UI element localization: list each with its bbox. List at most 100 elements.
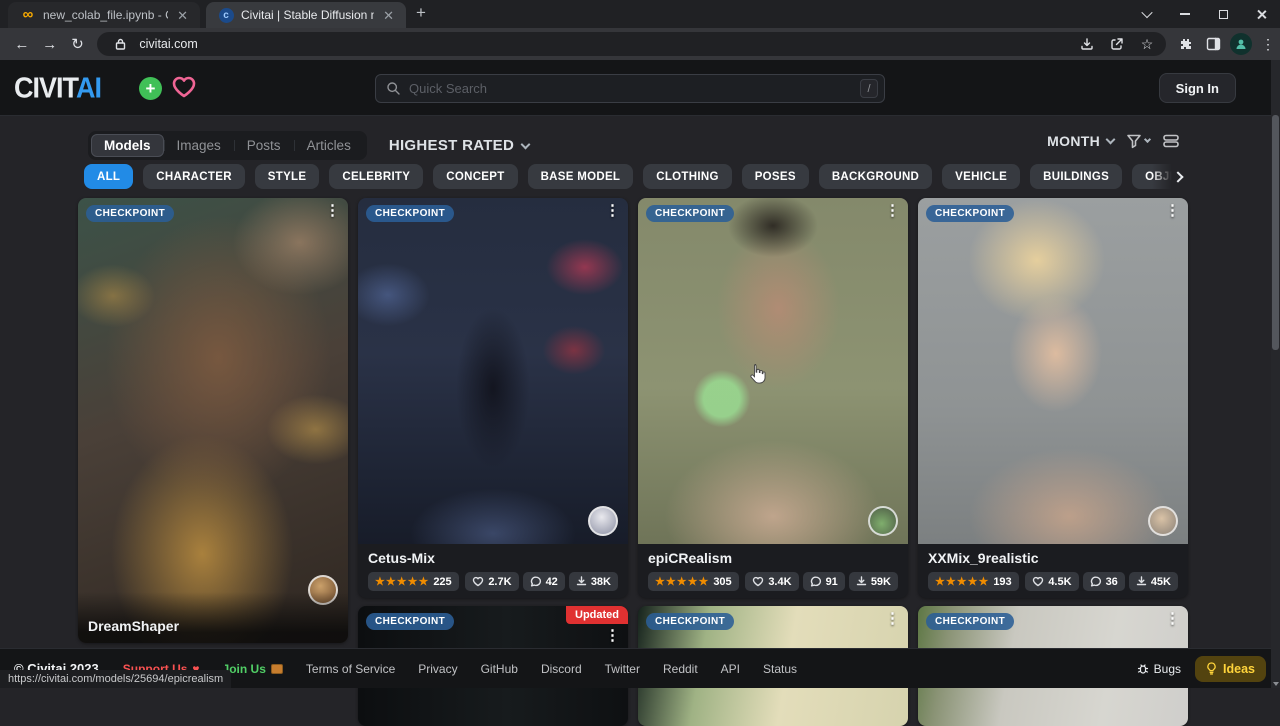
sort-dropdown[interactable]: HIGHEST RATED — [389, 137, 529, 154]
privacy-link[interactable]: Privacy — [418, 662, 457, 676]
browser-tab-civitai[interactable]: c Civitai | Stable Diffusion models, ✕ — [206, 2, 406, 28]
browser-tab-colab[interactable]: ∞ new_colab_file.ipynb - Colaborat ✕ — [8, 2, 200, 28]
reload-button[interactable]: ↻ — [64, 35, 92, 53]
sign-in-button[interactable]: Sign In — [1159, 73, 1236, 103]
rating-count: 225 — [433, 576, 451, 588]
scrollbar-down-arrow[interactable] — [1271, 682, 1280, 686]
browser-profile-avatar[interactable] — [1230, 33, 1252, 55]
heart-icon — [1032, 576, 1044, 587]
tab-articles[interactable]: Articles — [294, 134, 364, 157]
tab-close-icon[interactable]: ✕ — [175, 7, 190, 24]
comments-pill: 36 — [1083, 572, 1125, 591]
close-button[interactable] — [1242, 0, 1280, 28]
favorites-heart-icon[interactable] — [171, 75, 197, 104]
chip-concept[interactable]: CONCEPT — [433, 164, 517, 189]
download-icon — [576, 576, 587, 587]
discord-link[interactable]: Discord — [541, 662, 582, 676]
url-bar[interactable]: civitai.com ☆ — [97, 32, 1166, 56]
civitai-logo[interactable]: CIVITAI — [14, 72, 101, 105]
tab-search-button[interactable] — [1128, 0, 1166, 28]
card-menu-icon[interactable]: ⋮ — [885, 611, 900, 628]
chip-base-model[interactable]: BASE MODEL — [528, 164, 634, 189]
download-icon — [1136, 576, 1147, 587]
chip-background[interactable]: BACKGROUND — [819, 164, 932, 189]
browser-menu-icon[interactable]: ⋮ — [1256, 32, 1280, 56]
card-menu-icon[interactable]: ⋮ — [325, 203, 340, 220]
model-image[interactable]: CHECKPOINT ⋮ — [358, 198, 628, 544]
join-us-link[interactable]: Join Us — [223, 662, 283, 676]
comments-pill: 42 — [523, 572, 565, 591]
share-icon[interactable] — [1106, 37, 1128, 51]
maximize-button[interactable] — [1204, 0, 1242, 28]
content-type-tabs: Models Images Posts Articles — [88, 131, 367, 160]
tab-posts[interactable]: Posts — [234, 134, 294, 157]
civitai-favicon: c — [218, 7, 234, 23]
model-image[interactable]: CHECKPOINT ⋮ — [638, 198, 908, 544]
model-title: Cetus-Mix — [368, 550, 618, 566]
scrollbar-thumb[interactable] — [1272, 115, 1279, 350]
model-card-dreamshaper[interactable]: CHECKPOINT ⋮ DreamShaper — [78, 198, 348, 643]
bug-icon — [1137, 663, 1149, 675]
card-menu-icon[interactable]: ⋮ — [605, 203, 620, 220]
terms-link[interactable]: Terms of Service — [306, 662, 395, 676]
wallet-icon — [271, 664, 283, 674]
model-card-cetus-mix[interactable]: CHECKPOINT ⋮ Cetus-Mix 225 2.7K 42 — [358, 198, 628, 598]
page-scrollbar[interactable] — [1271, 60, 1280, 688]
heart-icon — [752, 576, 764, 587]
comments-pill: 91 — [803, 572, 845, 591]
back-button[interactable]: ← — [8, 36, 36, 53]
chip-style[interactable]: STYLE — [255, 164, 320, 189]
card-menu-icon[interactable]: ⋮ — [885, 203, 900, 220]
creator-avatar[interactable] — [868, 506, 898, 536]
side-panel-icon[interactable] — [1202, 32, 1226, 56]
chip-poses[interactable]: POSES — [742, 164, 809, 189]
chip-character[interactable]: CHARACTER — [143, 164, 245, 189]
filter-button[interactable] — [1126, 133, 1150, 149]
chip-clothing[interactable]: CLOTHING — [643, 164, 731, 189]
card-menu-icon[interactable]: ⋮ — [1165, 611, 1180, 628]
rating-pill: 225 — [368, 572, 459, 591]
forward-button[interactable]: → — [36, 36, 64, 53]
twitter-link[interactable]: Twitter — [605, 662, 640, 676]
reddit-link[interactable]: Reddit — [663, 662, 698, 676]
bookmark-star-icon[interactable]: ☆ — [1136, 36, 1158, 53]
tab-close-icon[interactable]: ✕ — [381, 7, 396, 24]
chip-all[interactable]: ALL — [84, 164, 133, 189]
chip-vehicle[interactable]: VEHICLE — [942, 164, 1020, 189]
tab-images[interactable]: Images — [164, 134, 234, 157]
card-menu-icon[interactable]: ⋮ — [1165, 203, 1180, 220]
likes-pill: 3.4K — [745, 572, 798, 591]
period-dropdown[interactable]: MONTH — [1047, 133, 1114, 149]
chip-celebrity[interactable]: CELEBRITY — [329, 164, 423, 189]
model-card-xxmix9realistic[interactable]: CHECKPOINT ⋮ XXMix_9realistic 193 4.5K 3… — [918, 198, 1188, 598]
model-image[interactable]: CHECKPOINT ⋮ DreamShaper — [78, 198, 348, 643]
tab-models[interactable]: Models — [91, 134, 164, 157]
slash-shortcut-hint: / — [860, 79, 878, 98]
model-stats: 225 2.7K 42 38K — [368, 572, 618, 591]
model-image[interactable]: CHECKPOINT ⋮ — [918, 198, 1188, 544]
new-tab-button[interactable]: + — [416, 3, 426, 23]
status-link[interactable]: Status — [763, 662, 797, 676]
create-plus-button[interactable]: + — [139, 77, 162, 100]
rating-pill: 305 — [648, 572, 739, 591]
card-menu-icon[interactable]: ⋮ — [605, 628, 620, 645]
layout-toggle-button[interactable] — [1162, 133, 1180, 149]
model-card-epicrealism[interactable]: CHECKPOINT ⋮ epiCRealism 305 3.4K 91 — [638, 198, 908, 598]
download-icon — [856, 576, 867, 587]
checkpoint-badge: CHECKPOINT — [926, 205, 1014, 222]
api-link[interactable]: API — [721, 662, 740, 676]
creator-avatar[interactable] — [588, 506, 618, 536]
extensions-puzzle-icon[interactable] — [1174, 32, 1198, 56]
minimize-button[interactable] — [1166, 0, 1204, 28]
creator-avatar[interactable] — [1148, 506, 1178, 536]
chips-scroll-right-button[interactable] — [1152, 164, 1188, 189]
ideas-button[interactable]: Ideas — [1195, 656, 1266, 682]
url-text: civitai.com — [139, 37, 1068, 51]
download-icon[interactable] — [1076, 37, 1098, 51]
search-input[interactable] — [409, 81, 852, 96]
github-link[interactable]: GitHub — [481, 662, 518, 676]
likes-count: 4.5K — [1048, 576, 1071, 588]
browser-status-url: https://civitai.com/models/25694/epicrea… — [0, 670, 231, 688]
bugs-button[interactable]: Bugs — [1137, 662, 1181, 676]
chip-buildings[interactable]: BUILDINGS — [1030, 164, 1122, 189]
